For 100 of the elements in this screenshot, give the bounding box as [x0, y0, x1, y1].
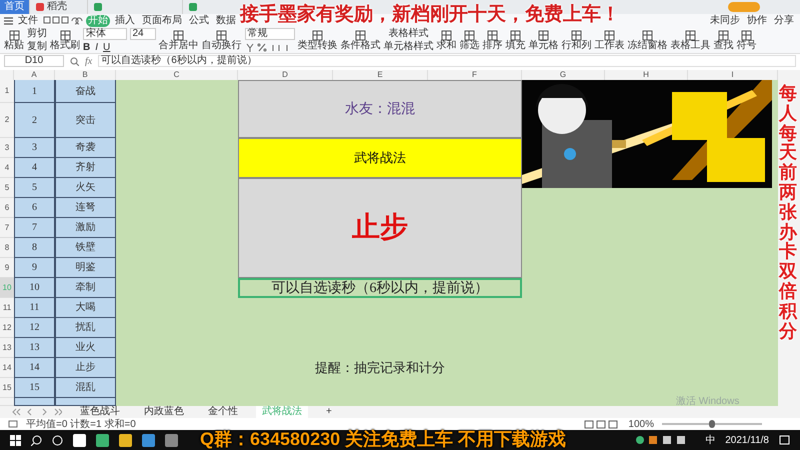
toolbar-button[interactable]: 类型转换 — [298, 30, 338, 50]
row-header[interactable]: 13 — [0, 338, 14, 358]
sheet-tab[interactable]: 内政蓝色 — [138, 406, 190, 418]
number-format-field[interactable]: 常规 — [244, 28, 294, 40]
toolbar-button[interactable]: 复制 — [27, 42, 47, 52]
format-button[interactable]: I — [95, 42, 98, 52]
circle-icon[interactable] — [52, 434, 63, 446]
grid-icon — [312, 30, 323, 40]
toolbar-button[interactable]: 合并居中 — [158, 30, 198, 50]
column-header[interactable]: B — [55, 70, 116, 80]
toolbar-button[interactable]: 表格工具 — [670, 30, 710, 50]
toolbar-button[interactable]: 条件格式 — [340, 30, 380, 50]
app-icon[interactable] — [73, 434, 86, 446]
column-header[interactable]: H — [605, 70, 688, 80]
name-box[interactable]: D10 — [4, 55, 64, 67]
grid-icon — [355, 30, 366, 40]
font-field[interactable]: 宋体 — [83, 28, 127, 40]
ribbon-tab[interactable]: 公式 — [187, 14, 211, 26]
toolbar-button[interactable]: 筛选 — [460, 30, 480, 50]
ribbon-tab[interactable]: 页面布局 — [140, 14, 184, 26]
column-header[interactable]: D — [238, 70, 333, 80]
input-method[interactable]: 中 — [705, 432, 716, 448]
add-sheet-button[interactable]: + — [320, 406, 338, 418]
row-header[interactable]: 6 — [0, 198, 14, 218]
table-cell: 14 — [14, 358, 55, 378]
merged-cell: 可以自选读秒（6秒以内，提前说） — [238, 278, 522, 298]
quick-access-icons[interactable] — [43, 16, 83, 25]
grid-icon — [642, 30, 653, 40]
column-header[interactable]: A — [14, 70, 55, 80]
sheet-tab[interactable]: 金个性 — [202, 406, 244, 418]
table-cell: 混乱 — [55, 378, 116, 398]
view-mode-icons[interactable] — [584, 420, 620, 428]
toolbar-button[interactable]: 工作表 — [594, 30, 624, 50]
search-icon[interactable] — [31, 434, 42, 446]
ribbon-tab[interactable]: 数据 — [214, 14, 238, 26]
table-cell: 5 — [14, 178, 55, 198]
toolbar-button[interactable]: 冻结窗格 — [628, 30, 668, 50]
function-label[interactable]: fx — [85, 54, 92, 68]
toolbar-button[interactable]: 单元格 — [528, 30, 558, 50]
row-header[interactable]: 11 — [0, 298, 14, 318]
menu-icon[interactable] — [4, 16, 13, 24]
sheet-navigation-arrows[interactable] — [12, 408, 62, 416]
row-header[interactable]: 4 — [0, 158, 14, 178]
row-header[interactable]: 12 — [0, 318, 14, 338]
toolbar-button[interactable]: 行和列 — [562, 30, 592, 50]
file-menu[interactable]: 文件 — [16, 14, 40, 26]
toolbar-button[interactable]: 排序 — [482, 30, 502, 50]
spreadsheet-icon — [94, 3, 102, 11]
row-header[interactable]: 5 — [0, 178, 14, 198]
toolbar-button[interactable]: 查找 — [714, 30, 734, 50]
row-header[interactable]: 15 — [0, 378, 14, 398]
zoom-slider-thumb[interactable] — [709, 420, 715, 428]
column-header[interactable]: E — [333, 70, 428, 80]
column-header[interactable]: G — [522, 70, 605, 80]
table-cell: 7 — [14, 218, 55, 238]
column-header[interactable]: I — [688, 70, 778, 80]
row-header[interactable]: 1 — [0, 80, 14, 103]
grid-icon — [464, 30, 475, 40]
column-header[interactable]: C — [116, 70, 238, 80]
app-icon[interactable] — [96, 434, 109, 446]
grid-icon — [441, 30, 452, 40]
table-cell: 牵制 — [55, 278, 116, 298]
toolbar-button[interactable]: 求和 — [436, 30, 456, 50]
row-header[interactable]: 2 — [0, 103, 14, 138]
merged-cell-text: 提醒：抽完记录和计分 — [314, 359, 446, 378]
ribbon-tab[interactable]: 插入 — [113, 14, 137, 26]
ribbon-action[interactable]: 协作 — [745, 14, 769, 26]
start-icon[interactable] — [10, 434, 21, 446]
ribbon-action[interactable]: 分享 — [772, 14, 796, 26]
row-header[interactable]: 3 — [0, 138, 14, 158]
size-field[interactable]: 24 — [130, 28, 156, 40]
toolbar-button[interactable]: 表格样式 — [384, 28, 434, 38]
formula-field[interactable]: 可以自选读秒（6秒以内，提前说） — [98, 55, 796, 67]
ribbon-action[interactable]: 未同步 — [708, 14, 742, 26]
app-icon[interactable] — [119, 434, 132, 446]
comment-icon[interactable] — [8, 420, 18, 428]
column-header[interactable]: F — [428, 70, 522, 80]
zoom-icon[interactable] — [70, 56, 79, 66]
toolbar-button[interactable]: 粘贴 — [4, 30, 24, 50]
toolbar-button[interactable]: 填充 — [506, 30, 526, 50]
toolbar-button[interactable]: 格式刷 — [50, 30, 80, 50]
toolbar-button[interactable]: 自动换行 — [202, 30, 242, 50]
format-button[interactable]: U — [103, 42, 110, 52]
toolbar-button[interactable]: 符号 — [736, 30, 756, 50]
format-button[interactable]: B — [83, 42, 90, 52]
clock-date[interactable]: 2021/11/8 — [725, 432, 769, 448]
table-cell: 11 — [14, 298, 55, 318]
row-header[interactable]: 14 — [0, 358, 14, 378]
table-cell: 12 — [14, 318, 55, 338]
sheet-tab[interactable]: 蓝色战斗 — [74, 406, 126, 418]
merged-cell: 水友：混混 — [238, 80, 522, 138]
toolbar-button[interactable]: 剪切 — [27, 28, 47, 38]
toolbar-button[interactable]: 单元格样式 — [384, 42, 434, 52]
row-header[interactable]: 8 — [0, 238, 14, 258]
zoom-value[interactable]: 100% — [628, 416, 654, 432]
grid-icon — [718, 30, 729, 40]
notification-icon[interactable] — [779, 434, 790, 446]
row-header[interactable]: 7 — [0, 218, 14, 238]
row-header[interactable]: 9 — [0, 258, 14, 278]
file-tab[interactable]: 首页 — [0, 0, 30, 14]
